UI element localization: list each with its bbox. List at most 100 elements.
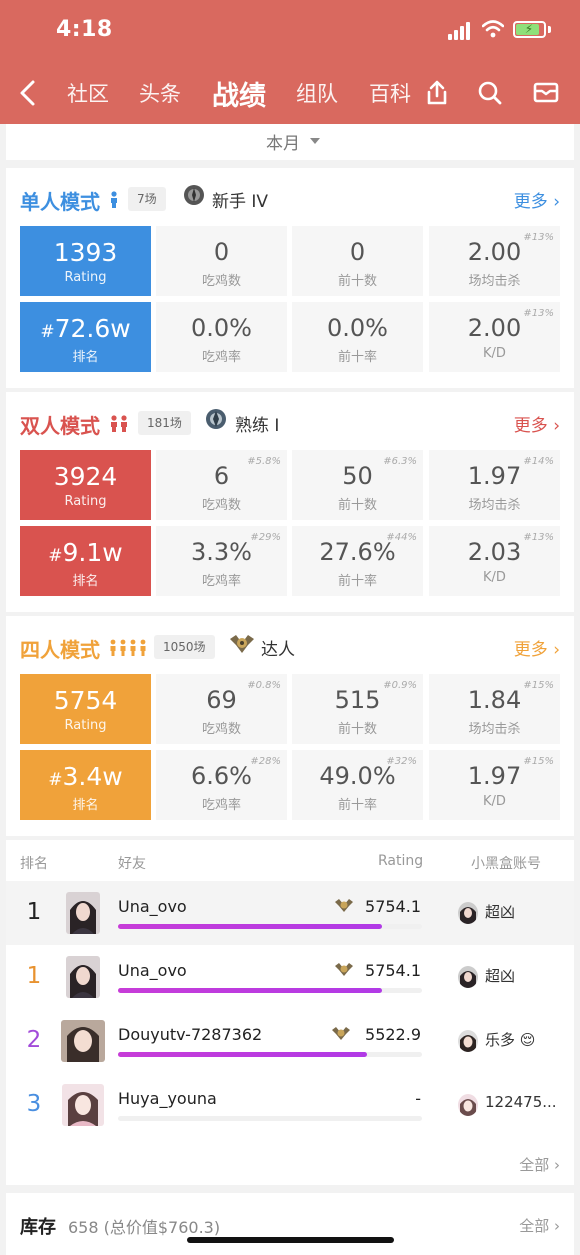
ranking-label: 排名 bbox=[72, 798, 99, 813]
battery-tip bbox=[548, 26, 551, 33]
stat-cell: 515 前十数 #0.9% bbox=[292, 674, 423, 744]
stat-label: 前十数 bbox=[337, 274, 377, 289]
back-icon[interactable] bbox=[16, 79, 40, 107]
rating-cell[interactable]: 5754 Rating bbox=[20, 674, 151, 744]
ranking-cell[interactable]: #72.6w 排名 bbox=[20, 302, 151, 372]
stat-label: 前十率 bbox=[337, 574, 377, 589]
friend-name[interactable]: Una_ovo bbox=[118, 961, 187, 980]
rating-cell[interactable]: 3924 Rating bbox=[20, 450, 151, 520]
ranking-value: #9.1w bbox=[48, 538, 123, 567]
players-icon bbox=[111, 415, 127, 432]
ranking-label: 排名 bbox=[72, 350, 99, 365]
stat-cell: 0 前十数 bbox=[292, 226, 423, 296]
more-link[interactable]: 更多 › bbox=[514, 187, 560, 212]
friend-name[interactable]: Una_ovo bbox=[118, 897, 187, 916]
tab-wiki[interactable]: 百科 bbox=[369, 78, 411, 108]
stat-label: K/D bbox=[483, 346, 506, 361]
rank-badge-icon bbox=[335, 899, 353, 912]
rating-progress-bar bbox=[118, 988, 382, 993]
stat-cell: 2.03 K/D #13% bbox=[429, 526, 560, 596]
friend-name[interactable]: Douyutv-7287362 bbox=[118, 1025, 262, 1044]
home-indicator[interactable] bbox=[187, 1237, 394, 1243]
friend-avatar[interactable] bbox=[61, 1020, 105, 1062]
rating-progress-bar bbox=[118, 924, 382, 929]
header-account: 小黑盒账号 bbox=[471, 856, 541, 872]
ranking-label: 排名 bbox=[72, 574, 99, 589]
tab-community[interactable]: 社区 bbox=[67, 78, 109, 108]
friend-avatar[interactable] bbox=[66, 892, 100, 934]
stat-percentile: #28% bbox=[250, 756, 281, 767]
stat-label: 前十率 bbox=[337, 798, 377, 813]
mode-card-squad: 四人模式 1050场 达人 更多 › 5754 Rating 69 吃鸡数 #0… bbox=[6, 616, 574, 836]
rating-progress-bar bbox=[118, 1052, 367, 1057]
stat-label: K/D bbox=[483, 794, 506, 809]
tab-team[interactable]: 组队 bbox=[296, 78, 338, 108]
friend-avatar[interactable] bbox=[66, 956, 100, 998]
stat-value: 0 bbox=[349, 238, 366, 266]
mode-title: 单人模式 bbox=[20, 190, 100, 214]
rank-name: 新手 IV bbox=[212, 192, 269, 212]
share-icon[interactable] bbox=[424, 79, 450, 107]
stat-percentile: #29% bbox=[250, 532, 281, 543]
account-avatar bbox=[458, 1030, 478, 1052]
stat-cell: 2.00 K/D #13% bbox=[429, 302, 560, 372]
caret-down-icon[interactable] bbox=[310, 138, 320, 144]
mode-title: 双人模式 bbox=[20, 414, 100, 438]
tab-record[interactable]: 战绩 bbox=[212, 74, 266, 113]
friend-rank: 2 bbox=[26, 1027, 42, 1053]
friend-row[interactable]: 1 Una_ovo 5754.1 超凶 bbox=[6, 881, 574, 945]
stat-label: 场均击杀 bbox=[468, 498, 521, 513]
player-icon bbox=[111, 191, 117, 208]
stat-cell: 1.84 场均击杀 #15% bbox=[429, 674, 560, 744]
stat-label: 吃鸡数 bbox=[201, 498, 241, 513]
more-link[interactable]: 更多 › bbox=[514, 411, 560, 436]
match-count: 1050场 bbox=[154, 635, 215, 659]
stat-percentile: #13% bbox=[523, 232, 554, 243]
friend-rating: 5754.1 bbox=[365, 897, 421, 916]
wifi-icon bbox=[482, 20, 504, 38]
rank-badge-icon bbox=[335, 963, 353, 976]
mail-icon[interactable] bbox=[533, 79, 559, 107]
account-avatar bbox=[458, 1094, 478, 1116]
friend-name[interactable]: Huya_youna bbox=[118, 1089, 217, 1108]
stat-label: 吃鸡率 bbox=[201, 350, 241, 365]
rating-progress-track bbox=[118, 924, 422, 929]
tab-headlines[interactable]: 头条 bbox=[139, 78, 181, 108]
period-filter[interactable]: 本月 bbox=[6, 124, 574, 160]
rating-value: 3924 bbox=[53, 462, 118, 491]
stat-percentile: #14% bbox=[523, 456, 554, 467]
friends-all-link[interactable]: 全部 › bbox=[519, 1154, 560, 1175]
stat-percentile: #6.3% bbox=[383, 456, 417, 467]
friend-row[interactable]: 2 Douyutv-7287362 5522.9 乐多 😌 bbox=[6, 1009, 574, 1073]
ranking-value: #3.4w bbox=[48, 762, 123, 791]
rank-badge-icon bbox=[206, 409, 226, 429]
period-label[interactable]: 本月 bbox=[266, 129, 300, 154]
stat-percentile: #0.8% bbox=[247, 680, 281, 691]
stat-label: 前十数 bbox=[337, 498, 377, 513]
ranking-cell[interactable]: #3.4w 排名 bbox=[20, 750, 151, 820]
search-icon[interactable] bbox=[477, 79, 503, 107]
mode-card-duo: 双人模式 181场 熟练 I 更多 › 3924 Rating 6 吃鸡数 #5… bbox=[6, 392, 574, 612]
more-link[interactable]: 更多 › bbox=[514, 635, 560, 660]
friend-row[interactable]: 1 Una_ovo 5754.1 超凶 bbox=[6, 945, 574, 1009]
stat-label: 吃鸡率 bbox=[201, 798, 241, 813]
friend-rank: 1 bbox=[26, 963, 42, 989]
stat-cell: 49.0% 前十率 #32% bbox=[292, 750, 423, 820]
stat-cell: 1.97 场均击杀 #14% bbox=[429, 450, 560, 520]
account-name: 乐多 😌 bbox=[485, 1031, 536, 1049]
stat-cell: 1.97 K/D #15% bbox=[429, 750, 560, 820]
friend-row[interactable]: 3 Huya_youna - 122475... bbox=[6, 1073, 574, 1137]
inventory-all-link[interactable]: 全部 › bbox=[519, 1215, 560, 1236]
stat-label: 场均击杀 bbox=[468, 722, 521, 737]
rating-cell[interactable]: 1393 Rating bbox=[20, 226, 151, 296]
mode-card-solo: 单人模式 7场 新手 IV 更多 › 1393 Rating 0 吃鸡数 0 前… bbox=[6, 168, 574, 388]
match-count: 7场 bbox=[128, 187, 166, 211]
stat-label: 场均击杀 bbox=[468, 274, 521, 289]
stat-value: 0 bbox=[213, 238, 230, 266]
friend-avatar[interactable] bbox=[62, 1084, 104, 1126]
charging-icon: ⚡ bbox=[524, 22, 534, 36]
inventory-section[interactable]: 库存 658 (总价值$760.3) 全部 › bbox=[6, 1193, 574, 1255]
account-name: 超凶 bbox=[485, 903, 516, 921]
ranking-cell[interactable]: #9.1w 排名 bbox=[20, 526, 151, 596]
friends-leaderboard: 排名 好友 Rating 小黑盒账号 1 Una_ovo 5754.1 超凶 1… bbox=[6, 840, 574, 1185]
